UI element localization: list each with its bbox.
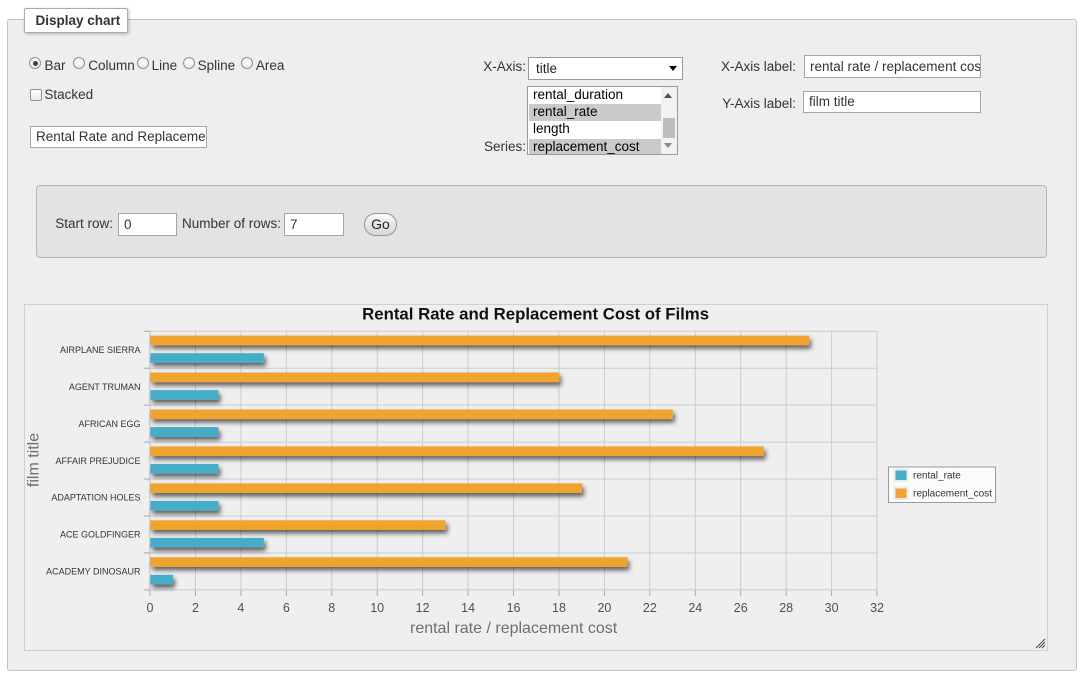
svg-text:32: 32	[870, 601, 884, 615]
svg-text:16: 16	[507, 601, 521, 615]
svg-text:20: 20	[597, 601, 611, 615]
svg-text:AFRICAN EGG: AFRICAN EGG	[78, 419, 140, 429]
svg-text:30: 30	[825, 601, 839, 615]
svg-text:4: 4	[237, 601, 244, 615]
svg-text:AFFAIR PREJUDICE: AFFAIR PREJUDICE	[55, 456, 140, 466]
svg-text:replacement_cost: replacement_cost	[913, 488, 992, 499]
svg-text:rental rate / replacement cost: rental rate / replacement cost	[410, 620, 618, 637]
svg-text:12: 12	[416, 601, 430, 615]
svg-text:AIRPLANE SIERRA: AIRPLANE SIERRA	[60, 345, 141, 355]
svg-text:14: 14	[461, 601, 475, 615]
svg-text:8: 8	[328, 601, 335, 615]
svg-text:ACE GOLDFINGER: ACE GOLDFINGER	[60, 530, 141, 540]
svg-text:AGENT TRUMAN: AGENT TRUMAN	[69, 382, 141, 392]
svg-text:6: 6	[283, 601, 290, 615]
svg-text:18: 18	[552, 601, 566, 615]
svg-text:2: 2	[192, 601, 199, 615]
svg-text:ADAPTATION HOLES: ADAPTATION HOLES	[51, 493, 140, 503]
svg-text:Rental Rate and Replacement Co: Rental Rate and Replacement Cost of Film…	[362, 305, 709, 324]
svg-text:22: 22	[643, 601, 657, 615]
svg-text:24: 24	[688, 601, 702, 615]
svg-text:10: 10	[370, 601, 384, 615]
svg-text:28: 28	[779, 601, 793, 615]
svg-text:26: 26	[734, 601, 748, 615]
svg-text:ACADEMY DINOSAUR: ACADEMY DINOSAUR	[46, 567, 141, 577]
svg-text:film title: film title	[26, 433, 43, 487]
svg-text:rental_rate: rental_rate	[913, 471, 961, 482]
svg-text:0: 0	[147, 601, 154, 615]
